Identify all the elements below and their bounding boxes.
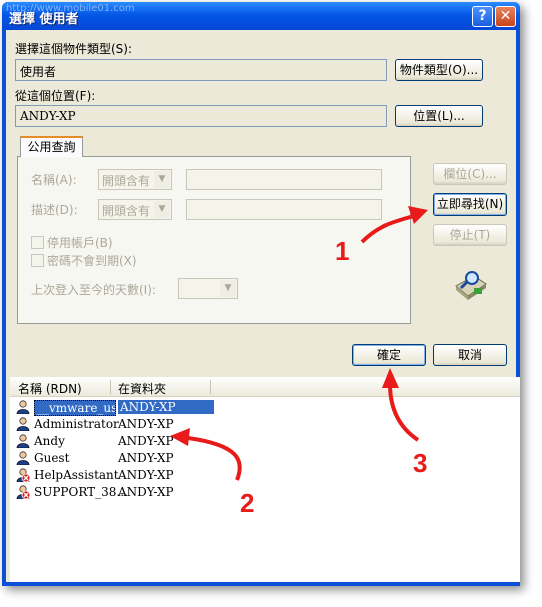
annotation-arrows bbox=[170, 206, 428, 481]
annotation-arrow-3 bbox=[388, 383, 420, 442]
annotation-label-2: 2 bbox=[240, 488, 255, 518]
annotation-label-3: 3 bbox=[413, 448, 428, 478]
annotation-arrow-1-head bbox=[408, 206, 428, 224]
annotation-arrow-2 bbox=[187, 436, 242, 481]
annotation-arrow-1 bbox=[360, 214, 415, 244]
annotation-arrow-3-head bbox=[382, 368, 399, 388]
annotation-label-1: 1 bbox=[335, 236, 350, 266]
annotation-arrow-2-head bbox=[170, 428, 190, 446]
